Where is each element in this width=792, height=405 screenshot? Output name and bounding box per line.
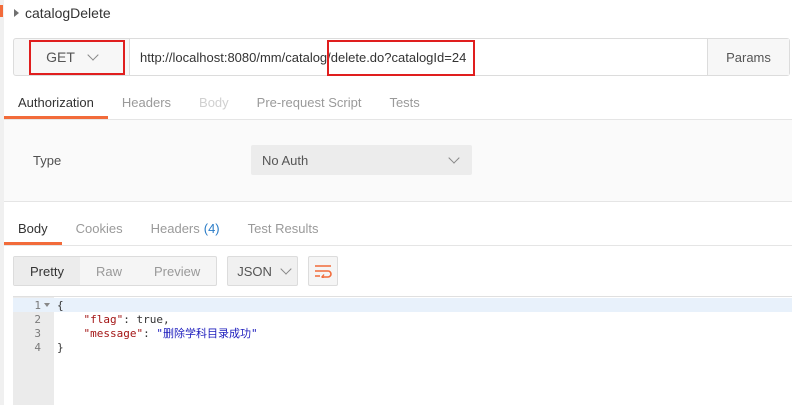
tab-response-headers-label: Headers xyxy=(150,220,200,236)
highlight-box-url xyxy=(327,40,475,76)
format-select[interactable]: JSON xyxy=(227,256,299,286)
json-value: true, xyxy=(136,312,170,326)
json-sep: : xyxy=(123,312,137,326)
auth-panel: Type No Auth xyxy=(4,120,792,202)
view-raw-button[interactable]: Raw xyxy=(80,257,138,285)
line-number: 3 xyxy=(34,326,41,340)
response-toolbar: Pretty Raw Preview JSON xyxy=(13,256,339,286)
view-preview-button[interactable]: Preview xyxy=(138,257,216,285)
postman-window: catalogDelete GET http://localhost:8080/… xyxy=(0,0,792,405)
json-key: "message" xyxy=(83,327,144,340)
wrap-lines-icon xyxy=(315,265,332,278)
json-key: "flag" xyxy=(83,312,124,326)
tab-pre-request-script[interactable]: Pre-request Script xyxy=(243,85,376,119)
highlight-box-method xyxy=(29,40,125,75)
chevron-down-icon xyxy=(448,152,460,164)
response-tabs: Body Cookies Headers (4) Test Results xyxy=(4,211,332,245)
tab-response-body[interactable]: Body xyxy=(4,211,62,245)
json-sep: : xyxy=(143,327,157,340)
line-number: 4 xyxy=(34,340,41,354)
tab-response-headers[interactable]: Headers (4) xyxy=(137,211,234,245)
tab-test-results[interactable]: Test Results xyxy=(234,211,333,245)
code-text: "flag": true, xyxy=(57,313,170,326)
tab-body[interactable]: Body xyxy=(185,85,243,119)
tab-headers[interactable]: Headers xyxy=(108,85,185,119)
tab-authorization[interactable]: Authorization xyxy=(4,85,108,119)
line-number: 2 xyxy=(34,312,41,326)
auth-type-label: Type xyxy=(33,153,62,168)
tab-cookies[interactable]: Cookies xyxy=(62,211,137,245)
wrap-lines-button[interactable] xyxy=(308,256,339,286)
tab-tests[interactable]: Tests xyxy=(375,85,433,119)
code-line: 4 } xyxy=(13,340,792,354)
code-line: 3 "message": "删除学科目录成功" xyxy=(13,325,792,341)
active-marker xyxy=(0,5,3,17)
line-number: 1 xyxy=(34,298,41,312)
code-text: "message": "删除学科目录成功" xyxy=(57,325,258,341)
headers-count-badge: (4) xyxy=(203,220,220,236)
auth-type-value: No Auth xyxy=(262,152,309,168)
request-tabs: Authorization Headers Body Pre-request S… xyxy=(4,85,434,119)
divider xyxy=(4,245,792,246)
chevron-down-icon xyxy=(280,263,292,275)
params-button[interactable]: Params xyxy=(707,39,789,75)
code-text: { xyxy=(57,298,64,312)
request-title[interactable]: catalogDelete xyxy=(14,4,111,22)
view-mode-toggle: Pretty Raw Preview xyxy=(13,256,218,286)
request-name: catalogDelete xyxy=(25,5,111,21)
sidebar-edge xyxy=(0,0,4,405)
fold-toggle-icon[interactable] xyxy=(44,303,50,307)
caret-right-icon[interactable] xyxy=(14,9,19,17)
response-body-editor[interactable]: 1 { 2 "flag": true, 3 "message": "删除学科目录… xyxy=(13,296,792,405)
auth-type-select[interactable]: No Auth xyxy=(251,145,472,175)
json-value: "删除学科目录成功" xyxy=(156,327,258,340)
format-value: JSON xyxy=(237,263,272,279)
view-pretty-button[interactable]: Pretty xyxy=(14,257,80,285)
code-line: 2 "flag": true, xyxy=(13,312,792,326)
code-line: 1 { xyxy=(13,298,792,312)
code-text: } xyxy=(57,340,64,354)
